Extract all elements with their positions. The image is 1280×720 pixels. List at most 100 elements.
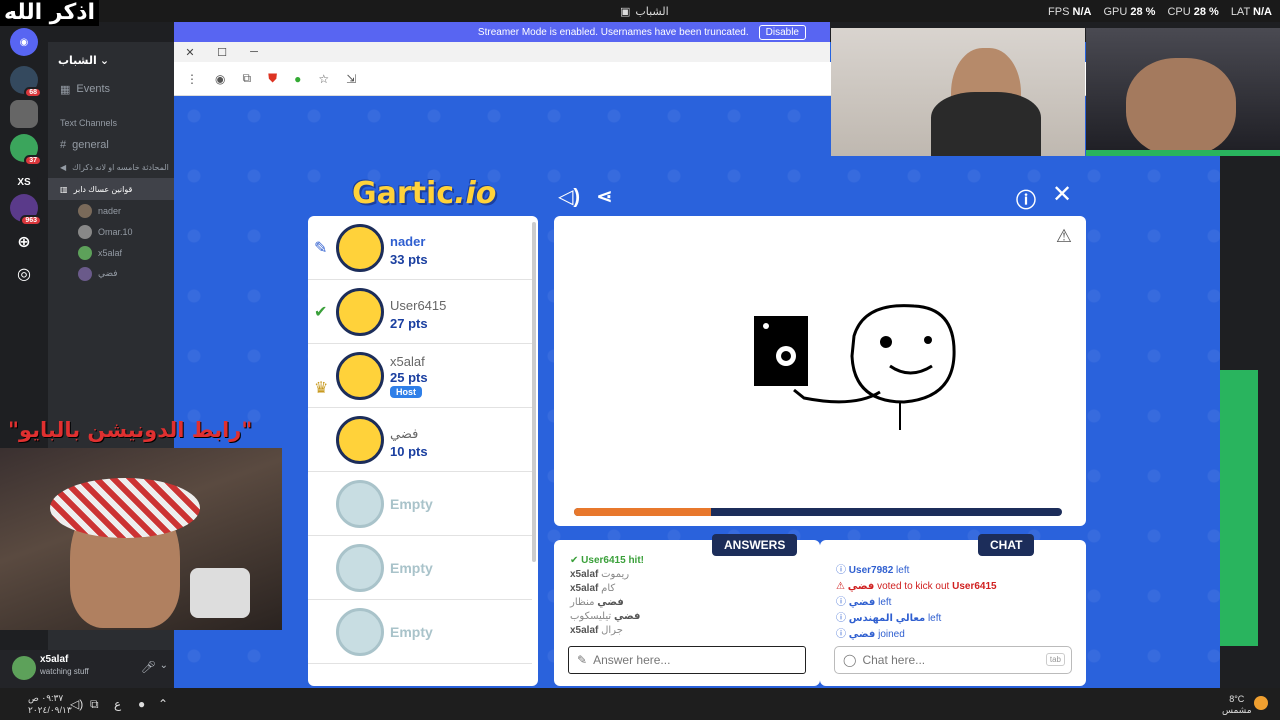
close-game-icon[interactable]: ✕: [1052, 180, 1072, 209]
server-icon-3[interactable]: 37: [10, 134, 42, 166]
taskbar: ٠٩:٣٧ ص ٢٠٢٤/٠٩/١٣ ◁) ⧉ ع ● ⌃ 8°C مشمس: [0, 688, 1280, 720]
user-status: watching stuff: [40, 667, 89, 676]
player-row[interactable]: فضي 10 pts: [308, 408, 532, 472]
chat-text: joined: [878, 629, 905, 640]
extension-badge-icon[interactable]: ●: [294, 72, 301, 86]
microphone-icon[interactable]: 🎤︎: [141, 660, 156, 674]
explore-icon[interactable]: ◎: [10, 260, 38, 288]
streamer-message: Streamer Mode is enabled. Usernames have…: [477, 26, 749, 38]
drawing: [754, 304, 956, 430]
webcam-guest-2: [1086, 28, 1280, 156]
share-icon[interactable]: ⋖: [596, 184, 613, 209]
side-panel-green: [1220, 370, 1258, 646]
channel-label: قوانين عساك دابر: [73, 184, 133, 194]
chat-user: فضي: [848, 597, 876, 608]
server-name[interactable]: الشباب ⌄: [48, 42, 174, 78]
webcam-shirt: [931, 92, 1041, 156]
player-name: nader: [390, 234, 426, 249]
weather-widget[interactable]: 8°C مشمس: [1222, 694, 1252, 716]
answers-title: ANSWERS: [712, 534, 798, 556]
answer-text: hit!: [628, 555, 644, 566]
chat-target: User6415: [952, 581, 997, 592]
close-icon[interactable]: ✕: [174, 46, 206, 59]
window-icon: ▣: [620, 6, 631, 18]
overlay-text-dhikr: اذكر الله: [0, 0, 100, 26]
fps-value: N/A: [1072, 6, 1092, 18]
webcam-guest-1: [831, 28, 1085, 156]
mic-tray-icon[interactable]: ●: [138, 697, 145, 711]
chat-bubble-icon: ◯: [843, 653, 857, 667]
chat-input[interactable]: ◯ Chat here... tab: [834, 646, 1072, 674]
drawing-canvas[interactable]: ⚠: [554, 216, 1086, 526]
player-row[interactable]: ✎ nader 33 pts: [308, 216, 532, 280]
answer-input[interactable]: ✎ Answer here...: [568, 646, 806, 674]
chat-user: فضي: [847, 581, 875, 592]
fps-label: FPS: [1048, 6, 1070, 18]
info-icon: ⓘ: [836, 597, 846, 608]
trophy-icon: ♛: [314, 380, 329, 397]
answer-message: ✔ User6415 hit!: [570, 554, 644, 568]
donation-overlay-text: "رابط الدونيشن بالبايو": [8, 418, 253, 442]
text-channels-category[interactable]: Text Channels: [48, 112, 174, 134]
language-icon[interactable]: ع: [114, 697, 121, 711]
player-row[interactable]: ✔ User6415 27 pts: [308, 280, 532, 344]
channel-label: المحادثة خامسه او لانه ذكراك: [72, 162, 169, 172]
voice-user[interactable]: x5alaf: [48, 242, 174, 263]
answer-message: فضي منظار: [570, 596, 624, 610]
clock[interactable]: ٠٩:٣٧ ص ٢٠٢٤/٠٩/١٣: [28, 692, 72, 716]
avatar[interactable]: [12, 656, 36, 680]
window-title-text: الشباب: [635, 6, 669, 18]
lat-label: LAT: [1230, 6, 1250, 18]
player-list-scrollbar[interactable]: [532, 222, 536, 562]
screen: { "overlay": { "top_arabic": "اذكر الله"…: [0, 0, 1280, 720]
answer-user: User6415: [581, 555, 626, 566]
server-icon-1[interactable]: 68: [10, 66, 42, 98]
server-icon-xs[interactable]: XS: [10, 168, 38, 196]
disable-button[interactable]: Disable: [758, 24, 806, 40]
minimize-icon[interactable]: ─: [238, 46, 270, 58]
window-title: ▣ الشباب: [620, 5, 669, 18]
voice-user[interactable]: Omar.10: [48, 221, 174, 242]
bookmark-star-icon[interactable]: ☆: [318, 72, 329, 86]
pencil-icon: ✎: [577, 653, 588, 667]
network-icon[interactable]: ⧉: [90, 697, 99, 712]
channel-voice-active[interactable]: ▥ قوانين عساك دابر: [48, 178, 174, 200]
weather-desc: مشمس: [1222, 705, 1252, 715]
sun-icon: [1254, 696, 1268, 710]
voice-user[interactable]: فضي: [48, 263, 174, 284]
server-name-text: الشباب: [58, 55, 97, 67]
events-item[interactable]: ▦ Events: [48, 78, 174, 100]
sound-icon[interactable]: ◁): [558, 184, 580, 209]
clock-date: ٢٠٢٤/٠٩/١٣: [28, 705, 72, 715]
shield-icon[interactable]: ⛊: [268, 71, 277, 86]
info-icon[interactable]: ⓘ: [1016, 184, 1036, 213]
maximize-icon[interactable]: ☐: [206, 46, 238, 59]
player-points: 10 pts: [390, 444, 428, 459]
server-icon-5[interactable]: 963: [10, 194, 42, 226]
server-icon-2[interactable]: [10, 100, 38, 128]
channel-voice-1[interactable]: ◀ المحادثة خامسه او لانه ذكراك: [48, 156, 174, 178]
pencil-icon: ✎: [314, 240, 328, 257]
player-name: x5alaf: [390, 354, 425, 369]
share-page-icon[interactable]: ⇲: [346, 72, 356, 86]
player-row[interactable]: ♛ x5alaf 25 pts Host: [308, 344, 532, 408]
drawn-head: [850, 304, 956, 404]
info-icon: ⓘ: [836, 565, 846, 576]
server-badge: 68: [24, 87, 42, 98]
host-badge: Host: [390, 386, 422, 398]
menu-icon[interactable]: ⋮: [186, 72, 198, 86]
chevron-down-icon[interactable]: ⌄: [160, 660, 168, 671]
empty-avatar-icon: [336, 480, 384, 528]
add-server-icon[interactable]: ⊕: [10, 228, 38, 256]
round-timer-bar: [574, 508, 1062, 516]
speaker-icon[interactable]: ◁): [70, 697, 83, 711]
chat-message: ⓘ User7982 left: [836, 564, 909, 578]
voice-user[interactable]: nader: [48, 200, 174, 221]
chevron-up-icon[interactable]: ⌃: [158, 697, 168, 711]
answer-text: منظار: [570, 597, 595, 608]
profile-icon[interactable]: ◉: [215, 72, 225, 86]
discord-home-icon[interactable]: ◉: [10, 28, 38, 56]
chat-user: User7982: [848, 565, 894, 576]
extensions-icon[interactable]: ⧉: [242, 71, 251, 86]
channel-general[interactable]: # general: [48, 134, 174, 156]
